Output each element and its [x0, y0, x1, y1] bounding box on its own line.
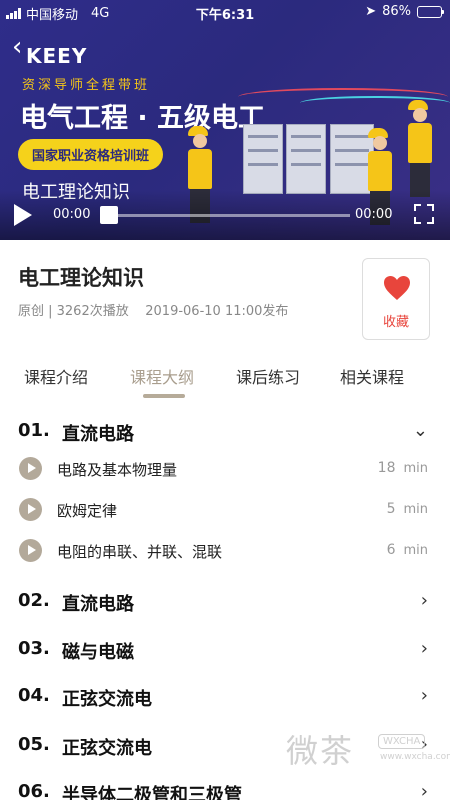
chevron-right-icon[interactable]: ›	[421, 590, 428, 611]
tab-bar: 课程介绍 课程大纲 课后练习 相关课程	[0, 356, 450, 406]
banner-subtitle: 资深导师全程带班	[22, 78, 151, 93]
cabinet-illustration	[243, 124, 283, 194]
play-icon[interactable]	[14, 204, 32, 226]
watermark-text: 微茶	[286, 732, 355, 770]
chapter-number: 04.	[18, 685, 50, 706]
tab-outline[interactable]: 课程大纲	[130, 364, 194, 388]
worker-illustration	[408, 100, 432, 197]
chapter-name: 正弦交流电	[62, 689, 152, 710]
fullscreen-icon[interactable]	[414, 204, 434, 224]
battery-percent: 86%	[382, 4, 411, 19]
lesson-name: 欧姆定律	[57, 502, 118, 520]
banner-badge: 国家职业资格培训班	[18, 139, 164, 170]
video-controls: 00:00 00:00	[0, 190, 450, 240]
chapter-row[interactable]: 03. 磁与电磁 ›	[0, 630, 450, 670]
watermark: 微茶 WXCHA www.wxcha.com	[286, 726, 450, 778]
duration-time: 00:00	[355, 207, 393, 222]
active-tab-indicator	[143, 394, 185, 398]
chapter-name: 直流电路	[62, 594, 134, 615]
lesson-duration: 5 min	[386, 501, 428, 517]
tab-exercises[interactable]: 课后练习	[236, 364, 300, 388]
chevron-right-icon[interactable]: ›	[421, 781, 428, 800]
favorite-button[interactable]: 收藏	[362, 258, 430, 340]
chapter-name: 直流电路	[62, 424, 134, 445]
course-banner: ‹ KEEY 资深导师全程带班 电气工程 · 五级电工 国家职业资格培训班 电工…	[0, 0, 450, 240]
chevron-down-icon[interactable]: ⌄	[413, 420, 428, 441]
chapter-row[interactable]: 04. 正弦交流电 ›	[0, 677, 450, 717]
chapter-row[interactable]: 02. 直流电路 ›	[0, 582, 450, 622]
watermark-badge: WXCHA	[378, 734, 426, 749]
course-meta: 原创 | 3262次播放 2019-06-10 11:00发布	[18, 304, 289, 319]
lesson-row[interactable]: 电阻的串联、并联、混联 6 min	[0, 533, 450, 569]
chapter-number: 06.	[18, 781, 50, 800]
chapter-name: 半导体二极管和三极管	[62, 785, 242, 800]
battery-icon	[417, 5, 444, 18]
chapter-row[interactable]: 01. 直流电路 ⌄	[0, 412, 450, 452]
location-icon: ➤	[365, 4, 377, 19]
tab-intro[interactable]: 课程介绍	[24, 364, 88, 388]
status-bar: 中国移动 4G 下午6:31 ➤ 86%	[0, 0, 450, 24]
chevron-right-icon[interactable]: ›	[421, 685, 428, 706]
chapter-number: 02.	[18, 590, 50, 611]
chapter-number: 05.	[18, 734, 50, 755]
lesson-name: 电阻的串联、并联、混联	[57, 543, 223, 561]
chapter-number: 01.	[18, 420, 50, 441]
current-time: 00:00	[53, 207, 91, 222]
chapter-number: 03.	[18, 638, 50, 659]
back-arrow-icon[interactable]: ‹	[12, 32, 22, 62]
favorite-label: 收藏	[382, 315, 409, 330]
play-circle-icon[interactable]	[19, 498, 42, 521]
lesson-duration: 18 min	[377, 460, 428, 476]
watermark-url: www.wxcha.com	[380, 752, 450, 762]
lesson-duration: 6 min	[386, 542, 428, 558]
chevron-right-icon[interactable]: ›	[421, 638, 428, 659]
lesson-name: 电路及基本物理量	[57, 461, 178, 479]
tab-related[interactable]: 相关课程	[340, 364, 404, 388]
cabinet-illustration	[286, 124, 326, 194]
lesson-row[interactable]: 欧姆定律 5 min	[0, 492, 450, 528]
play-circle-icon[interactable]	[19, 457, 42, 480]
lesson-row[interactable]: 电路及基本物理量 18 min	[0, 451, 450, 487]
heart-icon	[384, 276, 410, 300]
progress-knob[interactable]	[100, 206, 118, 224]
progress-track[interactable]	[106, 214, 350, 217]
chapter-name: 正弦交流电	[62, 738, 152, 759]
banner-title: 电气工程 · 五级电工	[20, 103, 266, 134]
chapter-name: 磁与电磁	[62, 642, 134, 663]
brand-logo: KEEY	[26, 44, 88, 68]
play-circle-icon[interactable]	[19, 539, 42, 562]
course-title: 电工理论知识	[18, 266, 144, 290]
